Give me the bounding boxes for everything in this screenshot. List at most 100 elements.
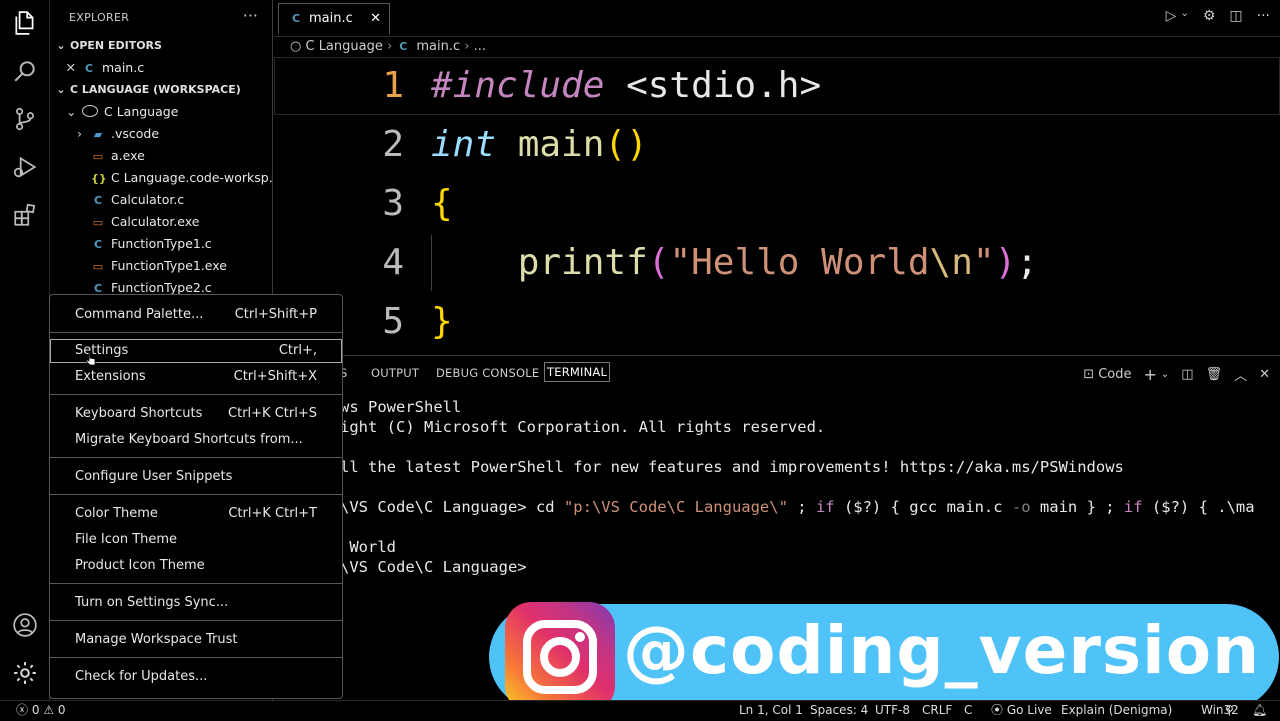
maximize-chevron-icon[interactable]: ︿ [1234, 365, 1247, 384]
menu-separator [50, 583, 342, 584]
instagram-banner: @coding_version [489, 602, 1279, 712]
explain-button[interactable]: Explain (Denigma) [1061, 701, 1172, 720]
chevron-down-icon[interactable]: ⌄ [1180, 8, 1188, 24]
breadcrumb: ○ C Language › Cmain.c › ... [274, 37, 1280, 57]
type-keyword: int [431, 124, 497, 165]
menu-item-file-icon-theme[interactable]: File Icon Theme [50, 528, 342, 552]
menu-item-extensions[interactable]: Extensions Ctrl+Shift+X [50, 365, 342, 389]
breadcrumb-file[interactable]: main.c [416, 39, 460, 54]
warning-count: 0 [57, 703, 66, 717]
account-status-icon[interactable]: ⚲ [1225, 701, 1234, 720]
split-editor-icon[interactable]: ◫ [1229, 8, 1242, 24]
cmd-text: ($?) { .\ma [1142, 498, 1255, 516]
line-number: 3 [382, 183, 404, 224]
file-label: .vscode [111, 126, 160, 141]
menu-item-migrate-shortcuts[interactable]: Migrate Keyboard Shortcuts from... [50, 428, 342, 452]
chevron-down-icon[interactable]: ⌄ [1161, 369, 1169, 380]
menu-item-check-updates[interactable]: Check for Updates... [50, 665, 342, 689]
menu-separator [50, 494, 342, 495]
chevron-down-icon: ⌄ [56, 39, 66, 52]
tab-debug-console[interactable]: DEBUG CONSOLE [436, 366, 539, 380]
close-icon[interactable]: ✕ [50, 57, 76, 79]
code-editor[interactable]: 1 2 3 4 5 #include <stdio.h> int main() … [274, 57, 1280, 353]
run-debug-icon[interactable] [12, 154, 38, 180]
language-mode[interactable]: C [964, 701, 972, 720]
file-item[interactable]: › ▰ .vscode [50, 123, 299, 145]
menu-item-shortcut: Ctrl+Shift+X [233, 369, 317, 384]
bell-icon[interactable]: 🔔︎ [1252, 701, 1267, 720]
workspace-header[interactable]: ⌄ C LANGUAGE (WORKSPACE) [50, 79, 272, 101]
encoding[interactable]: UTF-8 [875, 701, 910, 720]
search-icon[interactable] [12, 58, 38, 84]
string-end: " [972, 242, 995, 283]
terminal-line: ll the latest PowerShell for new feature… [340, 458, 1124, 476]
printf-call: printf [517, 242, 648, 283]
error-count: 0 [31, 703, 40, 717]
open-editor-label: main.c [102, 60, 145, 75]
string-literal: "Hello World [669, 242, 930, 283]
breadcrumb-folder[interactable]: C Language [305, 39, 382, 54]
menu-separator [50, 457, 342, 458]
cursor-position[interactable]: Ln 1, Col 1 [739, 701, 803, 720]
menu-item-label: Configure User Snippets [75, 469, 233, 484]
exe-file-icon: ▭ [92, 216, 104, 229]
folder-item[interactable]: ⌄ C Language [50, 101, 288, 123]
file-label: FunctionType1.exe [111, 258, 227, 273]
split-terminal-icon[interactable]: ◫ [1181, 367, 1193, 382]
c-file-icon: C [84, 62, 94, 75]
account-icon[interactable] [12, 612, 38, 638]
json-file-icon: {} [91, 172, 107, 185]
chevron-down-icon: ⌄ [56, 83, 66, 96]
open-editor-item[interactable]: ✕ Cmain.c [50, 57, 272, 79]
trash-icon[interactable]: 🗑 [1206, 367, 1223, 382]
menu-separator [50, 657, 342, 658]
problems-indicator[interactable]: ⓧ 0 ⚠ 0 [16, 701, 66, 720]
more-actions-icon[interactable]: ··· [243, 6, 258, 25]
close-brace: } [431, 301, 453, 342]
manage-gear-icon[interactable] [12, 660, 38, 686]
status-bar: ⓧ 0 ⚠ 0 Ln 1, Col 1 Spaces: 4 UTF-8 CRLF… [0, 700, 1280, 721]
extensions-icon[interactable] [12, 202, 38, 228]
close-icon[interactable]: ✕ [370, 4, 381, 34]
code-line-3: { [431, 183, 453, 224]
open-brace: { [431, 183, 453, 224]
chevron-right-icon: › [387, 39, 393, 54]
menu-item-command-palette[interactable]: Command Palette... Ctrl+Shift+P [50, 303, 342, 327]
terminal-prompt[interactable]: \VS Code\C Language> [340, 558, 527, 576]
tab-main-c[interactable]: Cmain.c ✕ [278, 3, 390, 34]
explorer-icon[interactable] [12, 10, 38, 36]
panel-actions: ⊡ Code + ⌄ ◫ 🗑 ︿ ✕ [1083, 365, 1270, 384]
end-of-line[interactable]: CRLF [922, 701, 952, 720]
menu-separator [50, 394, 342, 395]
workspace-label: C LANGUAGE (WORKSPACE) [70, 83, 241, 96]
include-target: <stdio.h> [604, 65, 822, 106]
path-string: "p:\VS Code\C Language\" [563, 498, 788, 516]
menu-item-settings-sync[interactable]: Turn on Settings Sync... [50, 591, 342, 615]
source-control-icon[interactable] [12, 106, 38, 132]
terminal-line: ws PowerShell [340, 398, 462, 416]
error-icon: ⓧ [16, 703, 29, 717]
add-terminal-icon[interactable]: + [1143, 365, 1156, 384]
tab-terminal[interactable]: TERMINAL [544, 362, 611, 382]
gear-icon[interactable]: ⚙ [1203, 8, 1216, 24]
breadcrumb-more[interactable]: ... [474, 39, 486, 54]
close-icon[interactable]: ✕ [1259, 367, 1270, 382]
go-live-button[interactable]: ⦿ Go Live [991, 701, 1052, 720]
more-actions-icon[interactable]: ··· [1257, 8, 1270, 24]
open-editors-label: OPEN EDITORS [70, 39, 162, 52]
cmd-text: ; [787, 498, 816, 516]
menu-item-workspace-trust[interactable]: Manage Workspace Trust [50, 628, 342, 652]
terminal-command-line: \VS Code\C Language> cd "p:\VS Code\C La… [340, 498, 1255, 516]
open-editors-header[interactable]: ⌄ OPEN EDITORS [50, 35, 272, 57]
terminal-name[interactable]: Code [1098, 367, 1131, 382]
tab-output[interactable]: OUTPUT [371, 366, 419, 380]
menu-item-user-snippets[interactable]: Configure User Snippets [50, 465, 342, 489]
menu-item-product-icon-theme[interactable]: Product Icon Theme [50, 554, 342, 578]
indentation[interactable]: Spaces: 4 [810, 701, 868, 720]
menu-item-color-theme[interactable]: Color Theme Ctrl+K Ctrl+T [50, 502, 342, 526]
run-icon[interactable]: ▷ [1166, 8, 1177, 24]
menu-item-keyboard-shortcuts[interactable]: Keyboard Shortcuts Ctrl+K Ctrl+S [50, 402, 342, 426]
line-number: 4 [382, 242, 404, 283]
menu-item-shortcut: Ctrl+Shift+P [234, 307, 317, 322]
menu-item-label: Turn on Settings Sync... [75, 595, 229, 610]
